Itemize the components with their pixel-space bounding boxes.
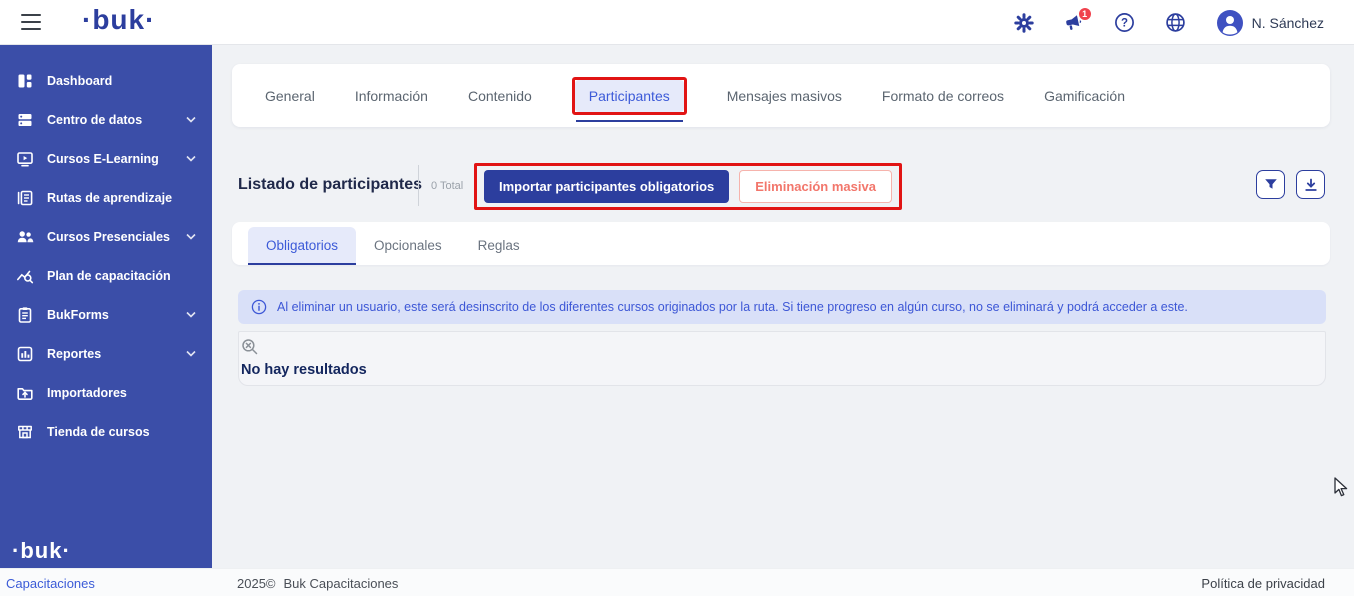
chevron-down-icon bbox=[186, 116, 196, 123]
footer-copyright: 2025© Buk Capacitaciones bbox=[237, 576, 398, 591]
sidebar-item-label: Plan de capacitación bbox=[47, 269, 171, 283]
app-window: ·buk· bbox=[0, 0, 1354, 596]
subtab-obligatorios[interactable]: Obligatorios bbox=[248, 227, 356, 265]
data-center-icon bbox=[16, 111, 34, 129]
annotation-box-participantes-tab: Participantes bbox=[572, 77, 687, 115]
tab-informacion[interactable]: Información bbox=[355, 88, 428, 104]
sidebar-item-cursos-elearning[interactable]: Cursos E-Learning bbox=[0, 139, 212, 178]
sidebar-item-bukforms[interactable]: BukForms bbox=[0, 295, 212, 334]
sidebar-item-label: Cursos E-Learning bbox=[47, 152, 159, 166]
info-banner: Al eliminar un usuario, este será desins… bbox=[238, 290, 1326, 324]
topbar: ·buk· bbox=[0, 0, 1354, 45]
sidebar-item-label: Dashboard bbox=[47, 74, 112, 88]
sidebar-item-label: Reportes bbox=[47, 347, 101, 361]
user-name: N. Sánchez bbox=[1252, 15, 1324, 31]
tab-contenido[interactable]: Contenido bbox=[468, 88, 532, 104]
privacy-policy-link[interactable]: Política de privacidad bbox=[1201, 576, 1325, 591]
footer-capacitaciones-link[interactable]: Capacitaciones bbox=[6, 576, 95, 591]
forms-icon bbox=[16, 306, 34, 324]
participant-subtabs-card: Obligatorios Opcionales Reglas bbox=[232, 222, 1330, 265]
subtab-reglas[interactable]: Reglas bbox=[460, 226, 538, 265]
tab-mensajes-masivos[interactable]: Mensajes masivos bbox=[727, 88, 842, 104]
learning-path-icon bbox=[16, 189, 34, 207]
sidebar-item-label: Importadores bbox=[47, 386, 127, 400]
sidebar-item-tienda-de-cursos[interactable]: Tienda de cursos bbox=[0, 412, 212, 451]
chevron-down-icon bbox=[186, 233, 196, 240]
globe-icon[interactable] bbox=[1165, 12, 1186, 33]
megaphone-notifications-icon[interactable]: 1 bbox=[1064, 14, 1084, 32]
tab-gamificacion[interactable]: Gamificación bbox=[1044, 88, 1125, 104]
page-title: Listado de participantes bbox=[238, 176, 422, 194]
empty-results-panel: No hay resultados bbox=[238, 331, 1326, 386]
tab-formato-de-correos[interactable]: Formato de correos bbox=[882, 88, 1004, 104]
course-store-icon bbox=[16, 423, 34, 441]
empty-state-text: No hay resultados bbox=[241, 362, 1325, 378]
subtab-opcionales[interactable]: Opcionales bbox=[356, 226, 460, 265]
filter-button[interactable] bbox=[1256, 170, 1285, 199]
user-menu[interactable]: N. Sánchez bbox=[1216, 9, 1324, 37]
sidebar-item-centro-de-datos[interactable]: Centro de datos bbox=[0, 100, 212, 139]
info-banner-text: Al eliminar un usuario, este será desins… bbox=[277, 300, 1188, 314]
sidebar: Dashboard Centro de datos bbox=[0, 45, 212, 568]
download-button[interactable] bbox=[1296, 170, 1325, 199]
sidebar-item-label: Cursos Presenciales bbox=[47, 230, 170, 244]
divider bbox=[418, 165, 419, 206]
mass-delete-button[interactable]: Eliminación masiva bbox=[739, 170, 892, 203]
sidebar-item-label: Tienda de cursos bbox=[47, 425, 150, 439]
sidebar-item-label: Centro de datos bbox=[47, 113, 142, 127]
svg-text:?: ? bbox=[1121, 18, 1128, 30]
sidebar-item-label: Rutas de aprendizaje bbox=[47, 191, 172, 205]
help-icon[interactable]: ? bbox=[1114, 12, 1135, 33]
annotation-box-actions: Importar participantes obligatorios Elim… bbox=[474, 163, 902, 210]
total-count-badge: 0 Total bbox=[431, 180, 463, 192]
tab-participantes[interactable]: Participantes bbox=[575, 80, 684, 112]
notification-badge: 1 bbox=[1077, 6, 1093, 22]
search-no-results-icon bbox=[241, 338, 258, 355]
footer-year: 2025© bbox=[237, 576, 276, 591]
import-participants-button[interactable]: Importar participantes obligatorios bbox=[484, 170, 729, 203]
sidebar-item-plan-de-capacitacion[interactable]: Plan de capacitación bbox=[0, 256, 212, 295]
training-plan-icon bbox=[16, 267, 34, 285]
reports-icon bbox=[16, 345, 34, 363]
active-tab-underline bbox=[576, 120, 683, 122]
importers-icon bbox=[16, 384, 34, 402]
sidebar-item-label: BukForms bbox=[47, 308, 109, 322]
topbar-actions: 1 ? bbox=[1014, 0, 1324, 45]
gear-icon[interactable] bbox=[1014, 13, 1034, 33]
download-icon bbox=[1304, 178, 1318, 192]
tab-general[interactable]: General bbox=[265, 88, 315, 104]
dashboard-icon bbox=[16, 72, 34, 90]
chevron-down-icon bbox=[186, 155, 196, 162]
chevron-down-icon bbox=[186, 350, 196, 357]
people-icon bbox=[16, 228, 34, 246]
sidebar-item-cursos-presenciales[interactable]: Cursos Presenciales bbox=[0, 217, 212, 256]
elearning-icon bbox=[16, 150, 34, 168]
route-tabs-card: General Información Contenido Participan… bbox=[232, 64, 1330, 127]
avatar-icon bbox=[1216, 9, 1244, 37]
hamburger-menu-icon[interactable] bbox=[21, 14, 41, 30]
info-icon bbox=[251, 299, 267, 315]
chevron-down-icon bbox=[186, 311, 196, 318]
sidebar-item-reportes[interactable]: Reportes bbox=[0, 334, 212, 373]
buk-logo: ·buk· bbox=[82, 4, 155, 36]
footer-company: Buk Capacitaciones bbox=[284, 576, 399, 591]
filter-icon bbox=[1264, 178, 1278, 192]
footer: Capacitaciones 2025© Buk Capacitaciones … bbox=[0, 568, 1354, 596]
sidebar-buk-logo: ·buk· bbox=[12, 538, 71, 564]
sidebar-item-rutas-de-aprendizaje[interactable]: Rutas de aprendizaje bbox=[0, 178, 212, 217]
sidebar-item-importadores[interactable]: Importadores bbox=[0, 373, 212, 412]
sidebar-item-dashboard[interactable]: Dashboard bbox=[0, 61, 212, 100]
